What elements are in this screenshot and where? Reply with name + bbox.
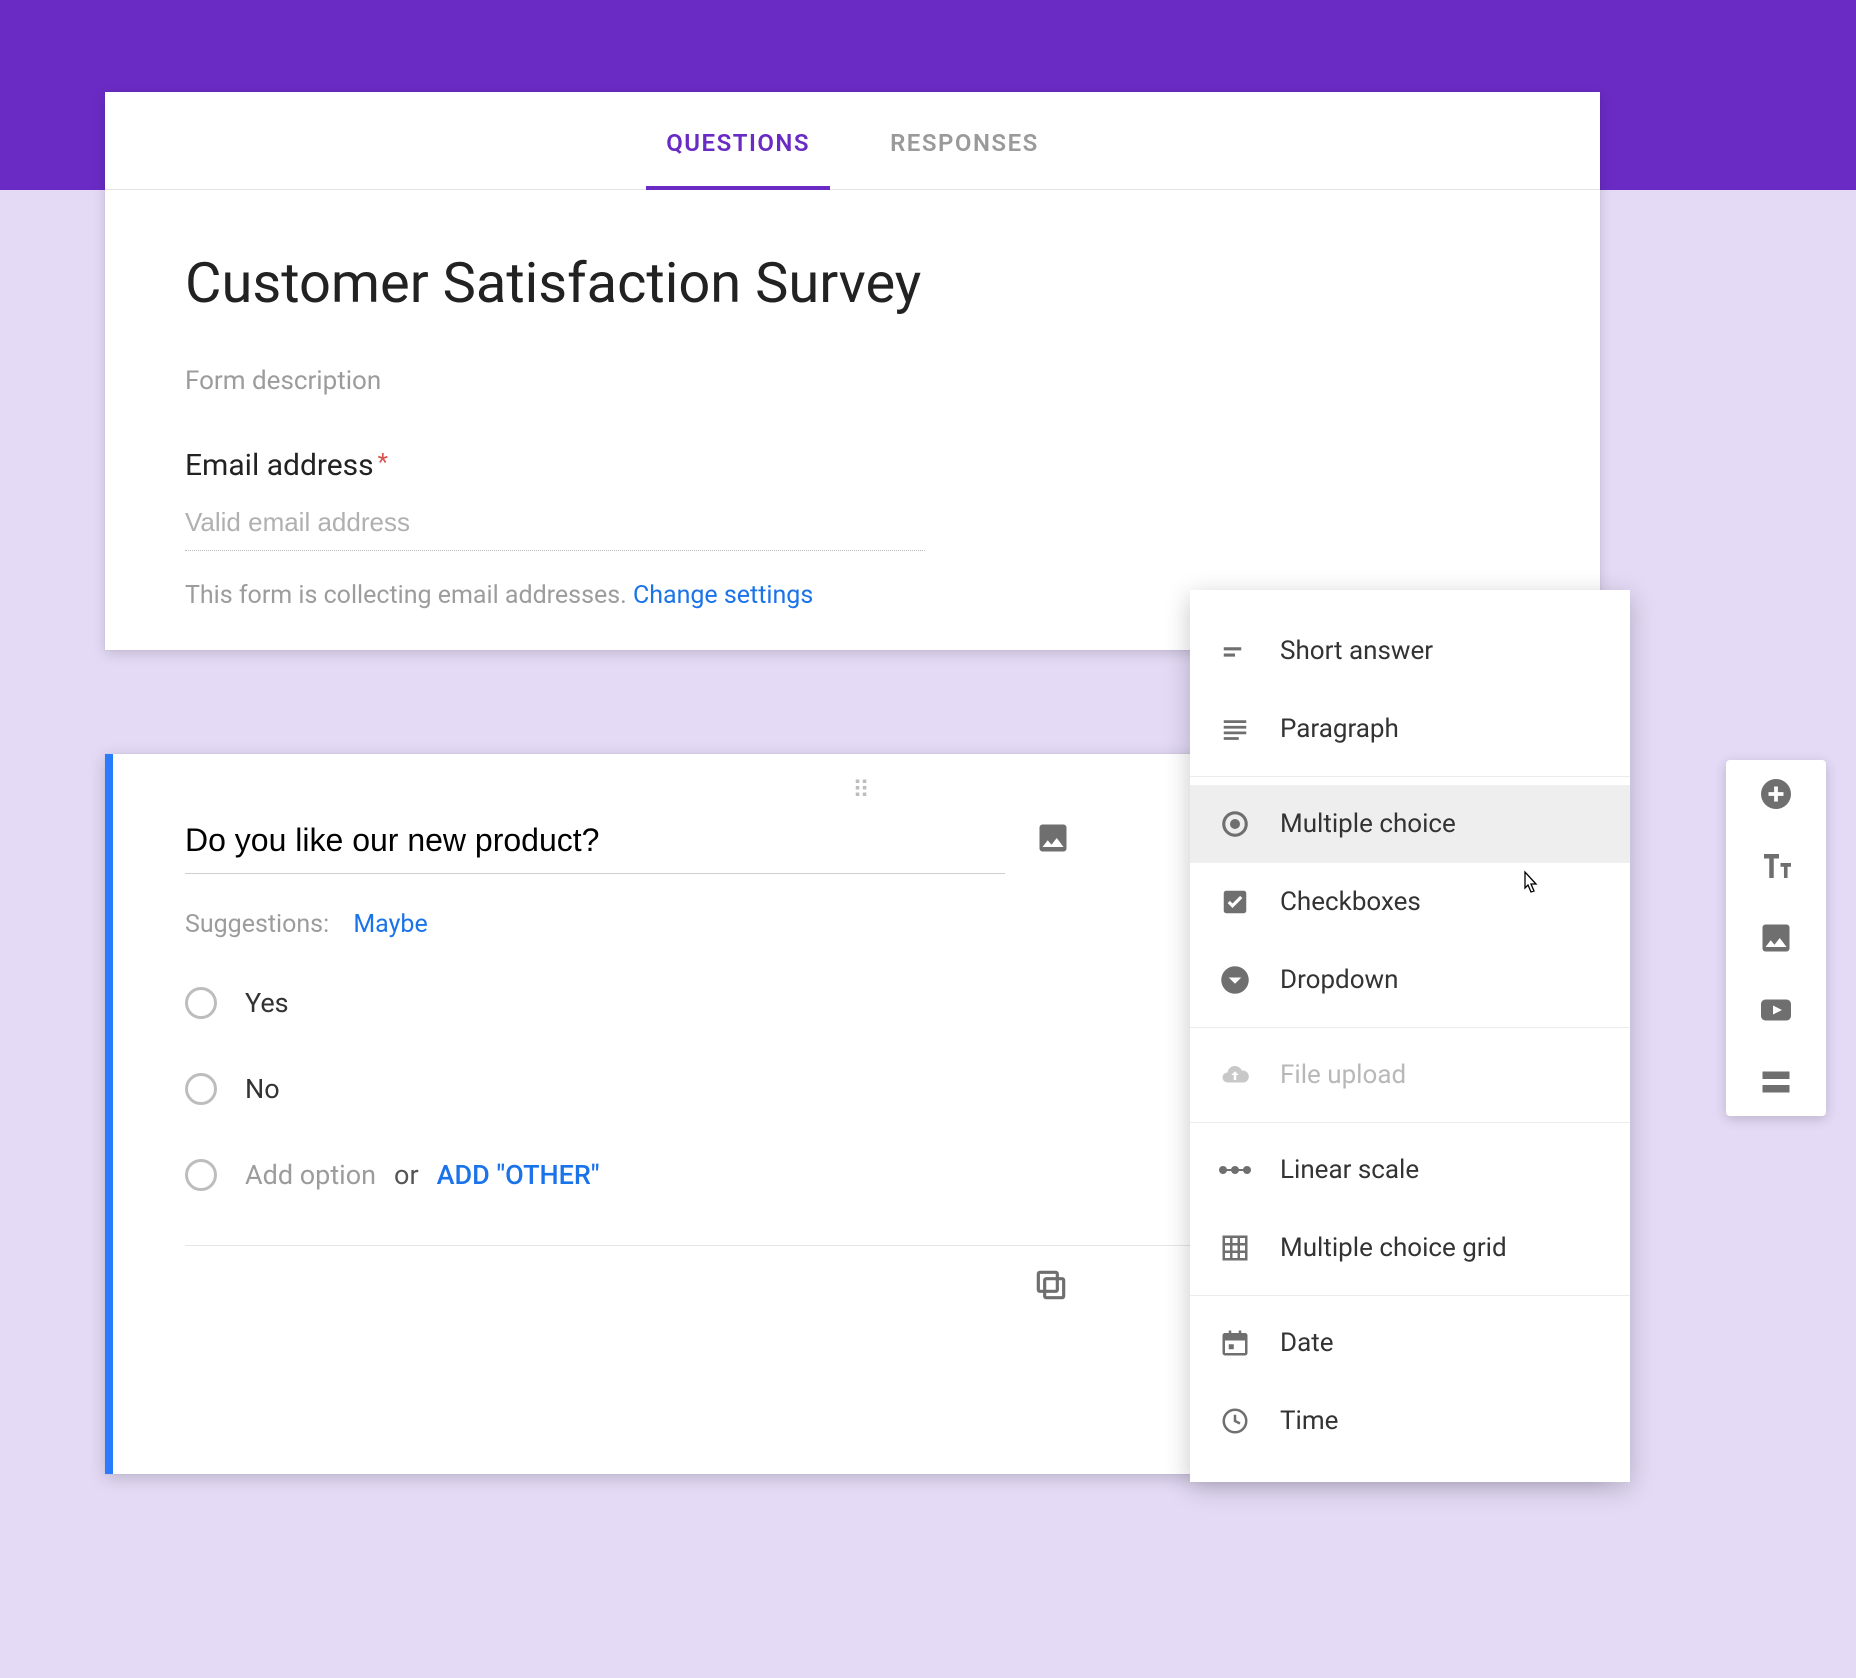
suggestions-label: Suggestions:: [185, 910, 329, 939]
email-label: Email address*: [185, 448, 1520, 483]
required-star-icon: *: [378, 448, 388, 476]
copy-icon: [1032, 1266, 1070, 1304]
menu-label: Dropdown: [1280, 965, 1398, 995]
section-icon: [1758, 1064, 1794, 1100]
menu-label: Time: [1280, 1406, 1338, 1436]
collecting-text: This form is collecting email addresses.: [185, 581, 633, 610]
menu-item-time[interactable]: Time: [1190, 1382, 1630, 1460]
cloud-upload-icon: [1218, 1058, 1252, 1092]
short-answer-icon: [1218, 634, 1252, 668]
email-label-text: Email address: [185, 448, 374, 483]
side-toolbar: [1726, 760, 1826, 1116]
duplicate-button[interactable]: [1032, 1266, 1070, 1304]
form-header: Customer Satisfaction Survey Form descri…: [105, 190, 1600, 650]
menu-divider: [1190, 1027, 1630, 1028]
radio-checked-icon: [1218, 807, 1252, 841]
plus-circle-icon: [1758, 776, 1794, 812]
form-card: QUESTIONS RESPONSES Customer Satisfactio…: [105, 92, 1600, 650]
menu-divider: [1190, 1295, 1630, 1296]
add-video-button[interactable]: [1758, 992, 1794, 1028]
menu-item-paragraph[interactable]: Paragraph: [1190, 690, 1630, 768]
menu-item-linear-scale[interactable]: Linear scale: [1190, 1131, 1630, 1209]
change-settings-link[interactable]: Change settings: [633, 581, 813, 610]
menu-item-date[interactable]: Date: [1190, 1304, 1630, 1382]
menu-label: Date: [1280, 1328, 1334, 1358]
menu-label: Multiple choice grid: [1280, 1233, 1507, 1263]
image-icon: [1758, 920, 1794, 956]
add-question-button[interactable]: [1758, 776, 1794, 812]
grid-icon: [1218, 1231, 1252, 1265]
add-image-button[interactable]: [1035, 820, 1071, 856]
dropdown-icon: [1218, 963, 1252, 997]
menu-item-mc-grid[interactable]: Multiple choice grid: [1190, 1209, 1630, 1287]
menu-divider: [1190, 1122, 1630, 1123]
tab-questions[interactable]: QUESTIONS: [666, 93, 810, 189]
question-type-menu: Short answer Paragraph Multiple choice C…: [1190, 590, 1630, 1482]
image-icon: [1035, 820, 1071, 856]
menu-item-multiple-choice[interactable]: Multiple choice: [1190, 785, 1630, 863]
video-icon: [1758, 992, 1794, 1028]
radio-icon: [185, 987, 217, 1019]
menu-label: Multiple choice: [1280, 809, 1456, 839]
add-image-button[interactable]: [1758, 920, 1794, 956]
email-input[interactable]: [185, 489, 925, 551]
add-section-button[interactable]: [1758, 1064, 1794, 1100]
menu-label: Checkboxes: [1280, 887, 1421, 917]
menu-item-file-upload: File upload: [1190, 1036, 1630, 1114]
linear-scale-icon: [1218, 1153, 1252, 1187]
menu-label: Linear scale: [1280, 1155, 1419, 1185]
menu-item-checkboxes[interactable]: Checkboxes: [1190, 863, 1630, 941]
or-text: or: [394, 1159, 419, 1191]
menu-item-short-answer[interactable]: Short answer: [1190, 612, 1630, 690]
option-label[interactable]: Yes: [245, 987, 289, 1019]
menu-label: Paragraph: [1280, 714, 1399, 744]
menu-label: Short answer: [1280, 636, 1433, 666]
form-title[interactable]: Customer Satisfaction Survey: [185, 250, 1520, 316]
option-label[interactable]: No: [245, 1073, 280, 1105]
paragraph-icon: [1218, 712, 1252, 746]
text-icon: [1758, 848, 1794, 884]
suggestion-chip[interactable]: Maybe: [353, 910, 427, 939]
tabs: QUESTIONS RESPONSES: [105, 92, 1600, 190]
menu-item-dropdown[interactable]: Dropdown: [1190, 941, 1630, 1019]
radio-icon: [185, 1159, 217, 1191]
clock-icon: [1218, 1404, 1252, 1438]
checkbox-icon: [1218, 885, 1252, 919]
email-question: Email address* This form is collecting e…: [185, 448, 1520, 610]
add-option-text[interactable]: Add option: [245, 1159, 376, 1191]
tab-responses[interactable]: RESPONSES: [890, 93, 1039, 189]
radio-icon: [185, 1073, 217, 1105]
menu-label: File upload: [1280, 1060, 1406, 1090]
calendar-icon: [1218, 1326, 1252, 1360]
question-title-input[interactable]: [185, 804, 1005, 874]
menu-divider: [1190, 776, 1630, 777]
add-other-button[interactable]: ADD "OTHER": [437, 1159, 600, 1191]
form-description[interactable]: Form description: [185, 366, 1520, 396]
add-title-button[interactable]: [1758, 848, 1794, 884]
